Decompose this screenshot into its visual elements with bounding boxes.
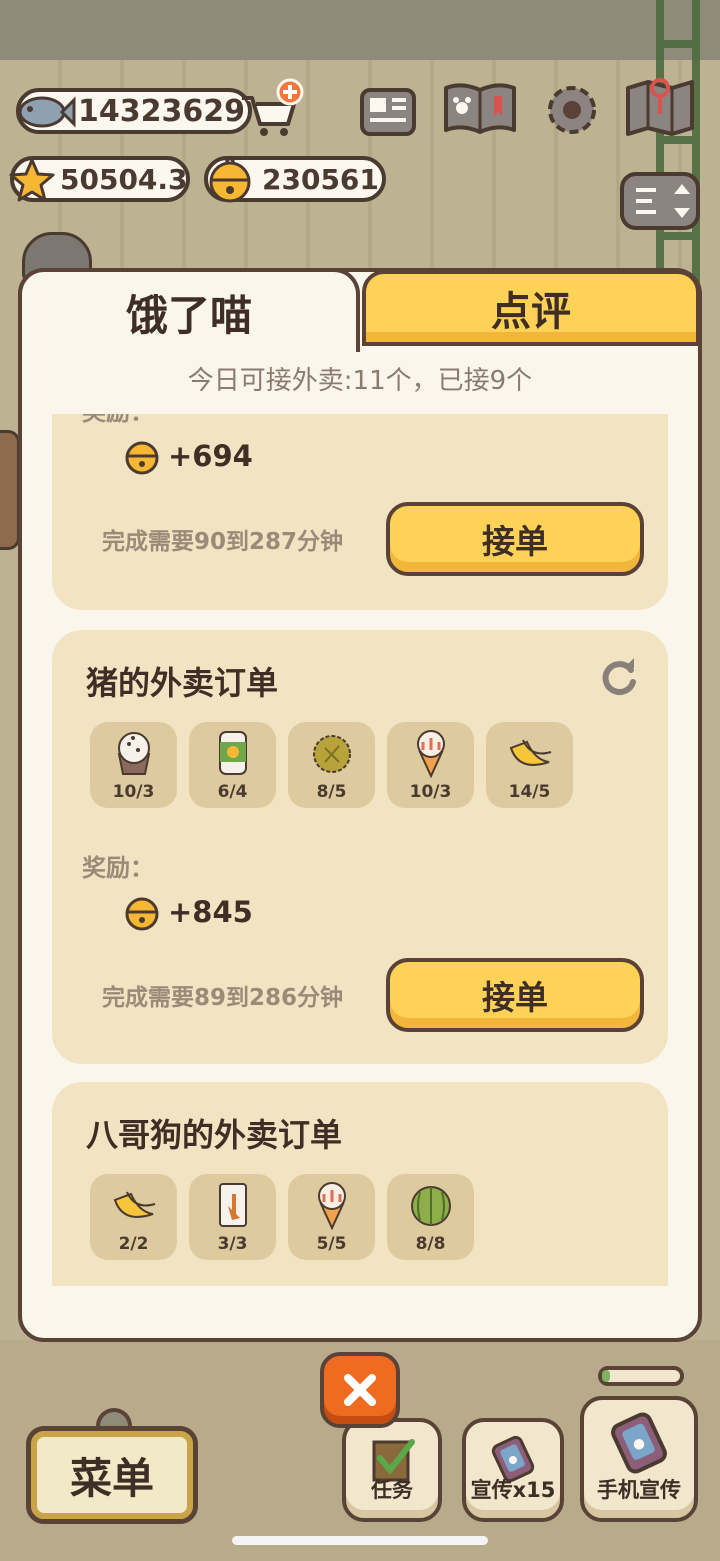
completion-time: 完成需要89到286分钟 — [102, 985, 344, 1011]
item-count: 14/5 — [508, 782, 551, 802]
bell-currency: 230561 — [204, 155, 386, 203]
map-icon[interactable] — [622, 76, 698, 140]
cupcake-icon — [117, 732, 151, 775]
reward-value: +845 — [168, 895, 253, 929]
task-label: 任务 — [371, 1478, 413, 1502]
bell-count: 230561 — [262, 162, 379, 196]
order-title: 八哥狗的外卖订单 — [86, 1116, 343, 1154]
item-count: 8/8 — [415, 1234, 446, 1254]
ice-cream-cone-icon — [417, 730, 445, 778]
fish-count: 14323629 — [78, 93, 245, 129]
accept-order-button[interactable]: 接单 — [386, 958, 644, 1032]
order-card: 八哥狗的外卖订单 2/2 3/3 5/5 8/8 — [52, 1082, 668, 1286]
item-count: 3/3 — [217, 1234, 248, 1254]
tab-eleme-cat[interactable]: 饿了喵 — [18, 268, 360, 352]
order-card: 猪的外卖订单 10/3 6/4 8/5 10/3 14/5 奖励： +845 完… — [52, 630, 668, 1064]
order-items: 10/3 6/4 8/5 10/3 14/5 — [90, 722, 573, 808]
fish-currency: 14323629 — [16, 88, 252, 134]
item-slot: 6/4 — [189, 722, 276, 808]
cart-plus-icon[interactable] — [236, 78, 304, 142]
fish-icon — [18, 96, 76, 128]
item-count: 2/2 — [118, 1234, 149, 1254]
item-slot: 3/3 — [189, 1174, 276, 1260]
bell-icon — [125, 897, 159, 931]
star-count: 50504.3 — [60, 162, 188, 196]
gear-icon[interactable] — [540, 78, 604, 142]
phone-pawprint-icon — [611, 1412, 667, 1474]
close-icon — [344, 1374, 376, 1406]
bell-icon — [209, 155, 251, 203]
item-slot: 14/5 — [486, 722, 573, 808]
order-list[interactable]: 奖励： +694 完成需要90到287分钟 接单 猪的外卖订单 10/ — [52, 414, 668, 1286]
phone-promo-progress — [598, 1366, 684, 1386]
snack-bag-icon — [219, 1183, 247, 1227]
promo-label: 宣传x15 — [470, 1478, 556, 1502]
tab-reviews[interactable]: 点评 — [362, 270, 700, 346]
background-character — [0, 430, 20, 550]
item-count: 10/3 — [409, 782, 452, 802]
reward-label: 奖励： — [82, 414, 154, 427]
reward-row: +845 — [122, 892, 253, 932]
order-title: 猪的外卖订单 — [86, 664, 279, 702]
menu-button[interactable]: 菜单 — [26, 1426, 198, 1524]
sort-icon[interactable] — [618, 168, 702, 234]
item-slot: 10/3 — [90, 722, 177, 808]
home-indicator[interactable] — [232, 1536, 488, 1545]
banana-icon — [509, 739, 552, 766]
item-slot: 8/5 — [288, 722, 375, 808]
item-count: 5/5 — [316, 1234, 347, 1254]
item-count: 10/3 — [112, 782, 155, 802]
item-count: 6/4 — [217, 782, 248, 802]
watermelon-icon — [411, 1186, 451, 1226]
completion-time: 完成需要90到287分钟 — [102, 529, 344, 555]
item-slot: 8/8 — [387, 1174, 474, 1260]
phone-promo-button[interactable]: 手机宣传 — [580, 1396, 698, 1522]
order-items: 2/2 3/3 5/5 8/8 — [90, 1174, 474, 1260]
order-card: 奖励： +694 完成需要90到287分钟 接单 — [52, 414, 668, 610]
ladder-decoration — [656, 0, 700, 300]
progress-fill — [602, 1370, 610, 1382]
item-slot: 5/5 — [288, 1174, 375, 1260]
durian-icon — [313, 735, 351, 773]
item-slot: 2/2 — [90, 1174, 177, 1260]
star-icon — [9, 158, 55, 202]
refresh-icon[interactable] — [598, 656, 640, 698]
reward-row: +694 — [122, 436, 253, 476]
phone-promo-label: 手机宣传 — [597, 1478, 681, 1502]
newspaper-icon[interactable] — [356, 80, 420, 144]
star-currency: 50504.3 — [9, 156, 190, 202]
canned-food-icon — [219, 731, 247, 775]
bell-icon — [125, 441, 159, 475]
promo-button[interactable]: 宣传x15 — [462, 1418, 564, 1522]
ice-cream-cone-icon — [318, 1182, 346, 1230]
banana-icon — [113, 1191, 156, 1218]
accept-order-button[interactable]: 接单 — [386, 502, 644, 576]
reward-value: +694 — [168, 439, 253, 473]
task-button[interactable]: 任务 — [342, 1418, 442, 1522]
close-button[interactable] — [320, 1352, 400, 1428]
item-count: 8/5 — [316, 782, 347, 802]
reward-label: 奖励： — [82, 854, 154, 882]
pawprint-book-icon[interactable] — [440, 76, 520, 140]
daily-quota-text: 今日可接外卖:11个，已接9个 — [187, 366, 533, 396]
item-slot: 10/3 — [387, 722, 474, 808]
